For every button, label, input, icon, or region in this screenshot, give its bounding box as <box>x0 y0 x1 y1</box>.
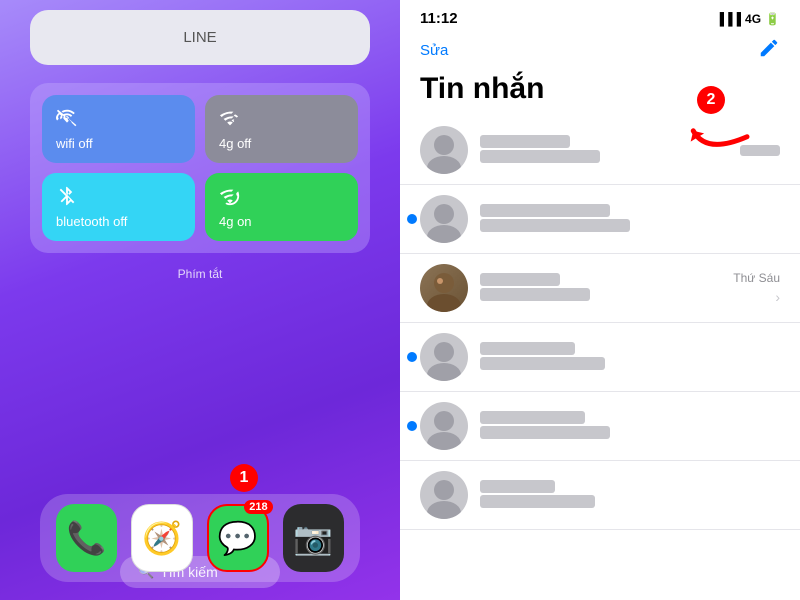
blurred-preview <box>480 426 610 439</box>
phim-tat-label: Phím tắt <box>178 267 223 281</box>
message-content <box>480 342 780 372</box>
line-widget-card: LINE <box>30 10 370 65</box>
shortcut-bluetooth[interactable]: bluetooth off <box>42 173 195 241</box>
wifi-off-icon <box>56 107 78 129</box>
dock-phone[interactable]: 📞 <box>56 504 117 572</box>
dock-camera[interactable]: 📷 <box>283 504 344 572</box>
message-content <box>480 411 780 441</box>
shortcuts-grid: wifi off 4g off bluetooth off <box>42 95 358 241</box>
edit-button[interactable]: Sửa <box>420 42 448 59</box>
4g-on-icon <box>219 185 241 207</box>
signal-bars-icon: ▐▐▐ <box>716 12 742 26</box>
avatar-person-icon <box>420 195 468 243</box>
message-name <box>480 411 780 424</box>
message-preview <box>480 495 780 510</box>
blurred-name <box>480 480 555 493</box>
message-preview <box>480 357 780 372</box>
shortcut-wifi-label: wifi off <box>56 136 93 151</box>
shortcut-4g-off-label: 4g off <box>219 136 251 151</box>
message-name <box>480 480 780 493</box>
status-time: 11:12 <box>420 10 458 27</box>
blurred-name <box>480 411 585 424</box>
dock: 📞 🧭 💬 218 📷 <box>40 494 360 582</box>
bluetooth-off-icon <box>56 185 78 207</box>
message-item[interactable]: Thứ Sáu › <box>400 254 800 323</box>
safari-icon: 🧭 <box>142 519 182 557</box>
avatar <box>420 195 468 243</box>
message-content <box>480 204 780 234</box>
avatar <box>420 264 468 312</box>
shortcut-bluetooth-label: bluetooth off <box>56 214 127 229</box>
message-content <box>480 273 721 303</box>
avatar <box>420 126 468 174</box>
avatar-person-icon <box>420 333 468 381</box>
compose-button[interactable] <box>758 37 780 64</box>
message-preview <box>480 426 780 441</box>
unread-indicator <box>407 421 417 431</box>
message-name <box>480 273 721 286</box>
blurred-name <box>480 273 560 286</box>
avatar-photo-icon <box>420 264 468 312</box>
blurred-preview <box>480 150 600 163</box>
message-item[interactable] <box>400 185 800 254</box>
blurred-name <box>480 342 575 355</box>
dock-safari[interactable]: 🧭 <box>131 504 193 572</box>
status-bar: 11:12 ▐▐▐ 4G 🔋 <box>400 0 800 33</box>
unread-indicator <box>407 214 417 224</box>
message-time: Thứ Sáu <box>733 271 780 285</box>
shortcut-4g-on-label: 4g on <box>219 214 252 229</box>
messages-badge: 218 <box>244 500 272 514</box>
tin-nhan-title: Tin nhắn <box>400 70 800 116</box>
blurred-preview <box>480 288 590 301</box>
avatar-person-icon <box>420 402 468 450</box>
step1-badge: 1 <box>230 464 258 492</box>
avatar-person-icon <box>420 126 468 174</box>
message-item[interactable] <box>400 323 800 392</box>
shortcuts-container: wifi off 4g off bluetooth off <box>30 83 370 253</box>
message-item[interactable] <box>400 392 800 461</box>
avatar <box>420 402 468 450</box>
blurred-preview <box>480 357 605 370</box>
shortcut-4g-off[interactable]: 4g off <box>205 95 358 163</box>
message-item[interactable] <box>400 461 800 530</box>
phone-icon: 📞 <box>67 519 107 557</box>
message-meta: Thứ Sáu › <box>733 271 780 305</box>
camera-icon: 📷 <box>293 519 333 557</box>
shortcut-wifi[interactable]: wifi off <box>42 95 195 163</box>
message-name <box>480 204 780 217</box>
battery-icon: 🔋 <box>765 12 780 26</box>
blurred-preview <box>480 219 630 232</box>
right-panel: 11:12 ▐▐▐ 4G 🔋 Sửa Tin nhắn 2 <box>400 0 800 600</box>
shortcut-4g-on[interactable]: 4g on <box>205 173 358 241</box>
line-label: LINE <box>183 29 216 46</box>
unread-indicator <box>407 352 417 362</box>
4g-off-icon <box>219 107 241 129</box>
avatar-person-icon <box>420 471 468 519</box>
blurred-preview <box>480 495 595 508</box>
avatar <box>420 471 468 519</box>
message-preview <box>480 288 721 303</box>
message-content <box>480 480 780 510</box>
left-panel: LINE wifi off 4g off <box>0 0 400 600</box>
dock-messages[interactable]: 💬 218 <box>207 504 269 572</box>
signal-type-label: 4G <box>745 12 761 26</box>
chevron-icon: › <box>775 289 780 305</box>
status-icons: ▐▐▐ 4G 🔋 <box>716 12 780 26</box>
message-list: Thứ Sáu › <box>400 116 800 600</box>
messages-icon: 💬 <box>218 519 258 557</box>
blurred-name <box>480 204 610 217</box>
message-name <box>480 342 780 355</box>
avatar <box>420 333 468 381</box>
message-preview <box>480 219 780 234</box>
blurred-name <box>480 135 570 148</box>
messages-header: Sửa <box>400 33 800 70</box>
compose-icon <box>758 37 780 59</box>
